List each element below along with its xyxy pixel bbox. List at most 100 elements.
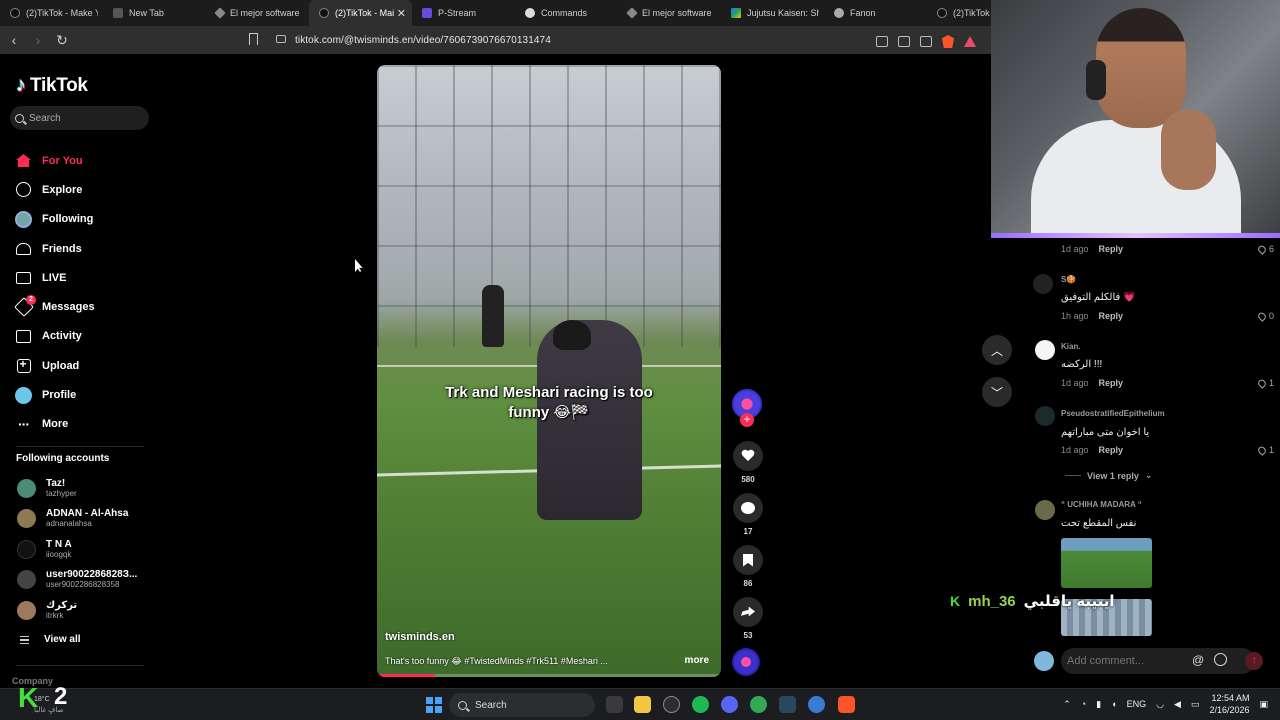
avatar[interactable] <box>1035 500 1055 520</box>
creator-avatar-button[interactable]: + <box>732 389 764 427</box>
browser-tab-7[interactable]: Jujutsu Kaisen: Shin <box>721 0 824 26</box>
bookmark-icon[interactable] <box>249 33 258 45</box>
forward-button[interactable]: › <box>28 30 48 50</box>
comment-like-button[interactable]: 0 <box>1256 310 1274 322</box>
clock[interactable]: 12:54 AM 2/16/2026 <box>1209 692 1249 716</box>
url-text[interactable]: tiktok.com/@twisminds.en/video/760673907… <box>295 35 551 46</box>
app-icon[interactable] <box>808 696 825 713</box>
avatar <box>17 478 36 498</box>
avatar[interactable] <box>1035 340 1055 360</box>
network-icon[interactable]: ◔ <box>1081 699 1086 709</box>
sound-icon[interactable]: ◖ <box>1111 699 1116 709</box>
following-account[interactable]: ADNAN - Al-Ahsa adnanalahsa <box>17 505 128 531</box>
sidebar-item-upload[interactable]: Upload <box>15 351 155 380</box>
view-replies-button[interactable]: View 1 reply ⌄ <box>1065 470 1152 481</box>
share-button[interactable]: 53 <box>732 597 764 640</box>
wifi-icon[interactable]: ◡ <box>1156 699 1164 710</box>
view-all-button[interactable]: View all <box>20 634 81 645</box>
comment-like-button[interactable]: 6 <box>1256 243 1274 255</box>
like-button[interactable]: 580 <box>732 441 764 484</box>
next-video-button[interactable]: ﹀ <box>982 377 1012 407</box>
share-page-icon[interactable] <box>920 36 932 47</box>
sidebar-item-explore[interactable]: Explore <box>15 175 155 204</box>
file-explorer-icon[interactable] <box>634 696 651 713</box>
mention-icon[interactable]: @ <box>1192 653 1204 667</box>
browser-tab-0[interactable]: (2)TikTok - Make Yo <box>0 0 103 26</box>
following-account[interactable]: user9002286828З... user9002286828358 <box>17 566 137 592</box>
comment-button[interactable]: 17 <box>732 493 764 536</box>
reply-button[interactable]: Reply <box>1099 445 1124 455</box>
emoji-icon[interactable] <box>1214 653 1227 666</box>
browser-tab-8[interactable]: Fanon <box>824 0 927 26</box>
sidebar-item-profile[interactable]: Profile <box>15 380 155 409</box>
volume-icon[interactable]: ◀ <box>1174 699 1181 710</box>
notifications-icon[interactable]: ▣ <box>1259 699 1268 710</box>
avatar[interactable] <box>1035 406 1055 426</box>
cast-icon[interactable] <box>898 36 910 47</box>
no-tracking-icon[interactable] <box>876 36 888 47</box>
follow-plus-icon[interactable]: + <box>740 413 754 427</box>
search-input[interactable]: Search <box>10 106 149 130</box>
avatar[interactable] <box>1033 274 1053 294</box>
reply-button[interactable]: Reply <box>1099 244 1124 254</box>
tiktok-logo[interactable]: ♪ TikTok <box>16 74 88 97</box>
more-button[interactable]: more <box>685 655 709 666</box>
brave-rewards-icon[interactable] <box>964 36 976 47</box>
sidebar-item-live[interactable]: LIVE <box>15 263 155 292</box>
taskbar-search[interactable]: Search <box>449 693 595 717</box>
comment-like-button[interactable]: 1 <box>1256 444 1274 456</box>
chevron-up-icon[interactable]: ⌃ <box>1063 699 1071 710</box>
browser-tab-5[interactable]: Commands <box>515 0 618 26</box>
discord-icon[interactable] <box>721 696 738 713</box>
post-comment-button[interactable]: ↑ <box>1245 652 1263 670</box>
video-player[interactable]: Trk and Meshari racing is too funny 😂🏁 t… <box>377 65 721 677</box>
close-icon[interactable]: ✕ <box>397 7 406 20</box>
tiktok-icon <box>10 8 20 18</box>
battery-icon[interactable]: ▭ <box>1191 699 1200 710</box>
language-indicator[interactable]: ENG <box>1127 699 1147 709</box>
brave-icon[interactable] <box>838 696 855 713</box>
video-progress[interactable] <box>377 674 721 677</box>
chrome-icon[interactable] <box>750 696 767 713</box>
github-icon[interactable] <box>663 696 680 713</box>
start-button[interactable] <box>426 697 442 713</box>
following-account[interactable]: T N Aiioogqk <box>17 536 72 562</box>
comment-username[interactable]: PseudostratifiedEpithelium <box>1061 409 1165 418</box>
browser-tab-4[interactable]: P-Stream <box>412 0 515 26</box>
reply-button[interactable]: Reply <box>1099 311 1124 321</box>
weather-widget[interactable]: K 2 18°C صافٍ غالباً <box>14 682 74 718</box>
site-settings-icon[interactable] <box>276 35 286 43</box>
reply-button[interactable]: Reply <box>1099 378 1124 388</box>
address-bar[interactable]: tiktok.com/@twisminds.en/video/760673907… <box>246 31 986 49</box>
following-account[interactable]: تركرك itrkrk <box>17 597 77 623</box>
comment-like-button[interactable]: 1 <box>1256 377 1274 389</box>
sidebar-item-activity[interactable]: Activity <box>15 322 155 351</box>
video-author[interactable]: twisminds.en <box>385 631 455 643</box>
comment-username[interactable]: Kian. <box>1061 342 1081 351</box>
reload-button[interactable]: ↻ <box>52 30 72 50</box>
browser-tab-3[interactable]: (2)TikTok - Mai ✕ <box>309 0 412 26</box>
browser-tab-9[interactable]: (2)TikTok <box>927 0 991 26</box>
task-view-icon[interactable] <box>606 696 623 713</box>
steam-icon[interactable] <box>779 696 796 713</box>
comment-username[interactable]: S🍪 <box>1061 275 1076 284</box>
spotify-icon[interactable] <box>692 696 709 713</box>
sidebar-nav: For You Explore Following Friends LIVE 2… <box>13 146 155 439</box>
previous-video-button[interactable]: ︿ <box>982 335 1012 365</box>
microphone-icon[interactable]: ▮ <box>1096 699 1101 710</box>
sidebar-item-more[interactable]: ··· More <box>15 410 155 439</box>
comment-image[interactable] <box>1061 538 1152 588</box>
sidebar-item-following[interactable]: Following <box>15 205 155 234</box>
music-disc-button[interactable] <box>732 648 764 676</box>
browser-tab-1[interactable]: New Tab <box>103 0 206 26</box>
following-account[interactable]: Taz! tazhyper <box>17 475 77 501</box>
save-button[interactable]: 86 <box>732 545 764 588</box>
back-button[interactable]: ‹ <box>4 30 24 50</box>
browser-tab-2[interactable]: El mejor software p <box>206 0 309 26</box>
sidebar-item-messages[interactable]: 2 Messages <box>13 292 155 321</box>
brave-shields-icon[interactable] <box>942 35 954 48</box>
sidebar-item-friends[interactable]: Friends <box>15 234 155 263</box>
comment-username[interactable]: “ UCHIHA MADARA “ <box>1061 500 1142 509</box>
browser-tab-6[interactable]: El mejor software p <box>618 0 721 26</box>
sidebar-item-for-you[interactable]: For You <box>15 146 155 175</box>
